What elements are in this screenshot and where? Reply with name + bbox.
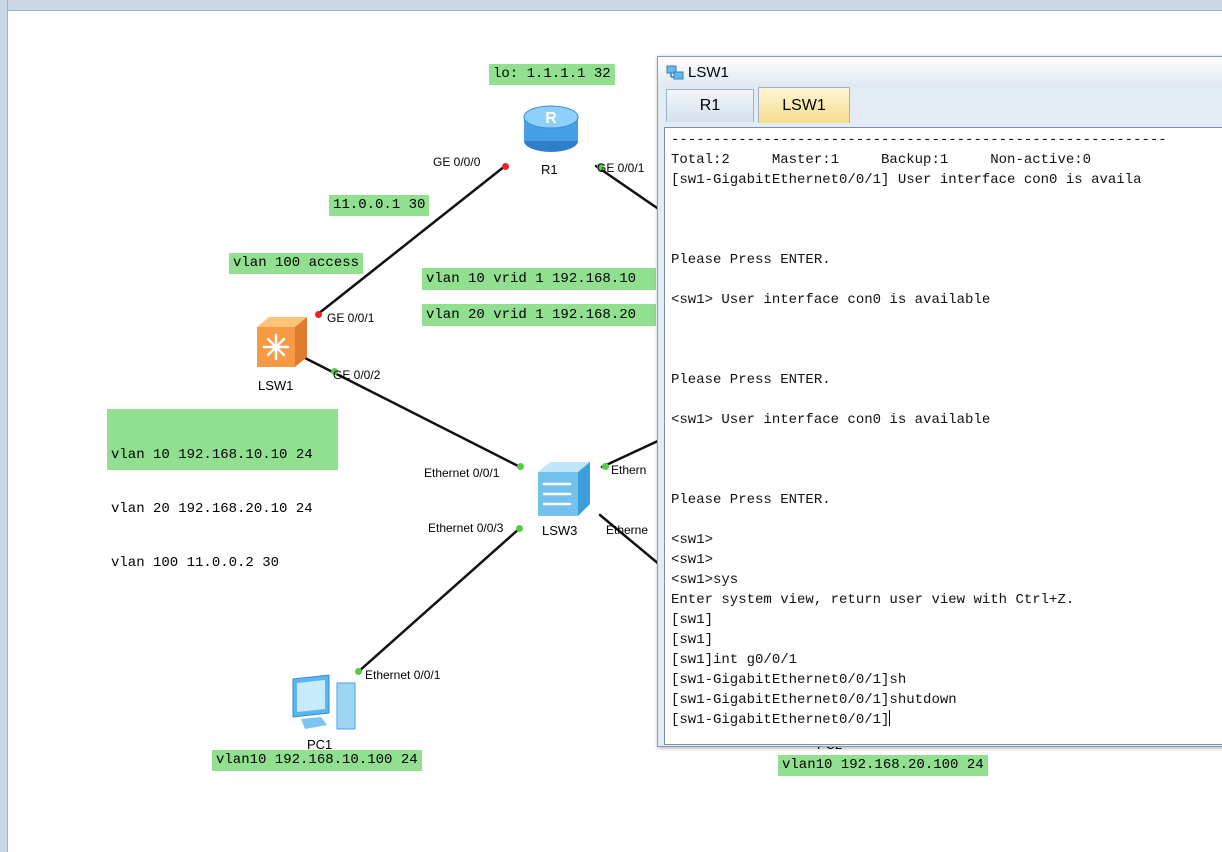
console-line: [sw1-GigabitEthernet0/0/1] User interfac…	[671, 170, 1167, 190]
console-line-text: [sw1-GigabitEthernet0/0/1]	[671, 712, 890, 728]
console-line-text: <sw1> User interface con0 is available	[671, 292, 991, 308]
console-line-text: ----------------------------------------…	[671, 132, 1167, 148]
console-line-text: <sw1>sys	[671, 572, 739, 588]
console-lines: ----------------------------------------…	[671, 130, 1167, 730]
console-line: <sw1> User interface con0 is available	[671, 290, 1167, 310]
port-indicator-lsw3-right-upper	[602, 463, 609, 470]
note-loopback[interactable]: lo: 1.1.1.1 32	[489, 64, 615, 85]
note-line: vlan 20 192.168.20.10 24	[111, 501, 313, 517]
note-r1-ip[interactable]: 11.0.0.1 30	[329, 195, 430, 216]
note-vrid-vlan20[interactable]: vlan 20 vrid 1 192.168.20	[422, 304, 656, 326]
port-label-lsw3-right-lower: Etherne	[606, 523, 649, 537]
port-indicator-lsw3-eth001	[517, 463, 524, 470]
console-line: [sw1-GigabitEthernet0/0/1]sh	[671, 670, 1167, 690]
switch-lsw3-icon[interactable]	[534, 460, 592, 518]
svg-text:R: R	[545, 110, 557, 127]
router-r1-icon[interactable]: R	[519, 101, 583, 155]
tab-r1[interactable]: R1	[666, 89, 754, 122]
note-lsw1-vlans[interactable]: vlan 10 192.168.10.10 24 vlan 20 192.168…	[107, 409, 338, 571]
console-line: <sw1>sys	[671, 570, 1167, 590]
console-line-text: [sw1]	[671, 612, 714, 628]
terminal-window[interactable]: LSW1 R1 LSW1 ---------------------------…	[657, 56, 1222, 747]
port-label-lsw3-eth001: Ethernet 0/0/1	[424, 466, 500, 480]
console-line-text: <sw1> User interface con0 is available	[671, 412, 991, 428]
device-label-lsw3: LSW3	[542, 523, 578, 538]
terminal-title: LSW1	[688, 63, 729, 81]
note-pc1-ip[interactable]: vlan10 192.168.10.100 24	[212, 750, 422, 771]
note-pc2-ip[interactable]: vlan10 192.168.20.100 24	[778, 755, 988, 776]
console-line: Total:2 Master:1 Backup:1 Non-active:0	[671, 150, 1167, 170]
console-window-icon	[666, 65, 684, 80]
switch-lsw1-icon[interactable]	[253, 315, 309, 369]
console-line-text: Please Press ENTER.	[671, 372, 831, 388]
console-line-text: [sw1-GigabitEthernet0/0/1] User interfac…	[671, 172, 1142, 188]
note-vlan100-access[interactable]: vlan 100 access	[229, 253, 364, 274]
console-line-text: <sw1>	[671, 532, 714, 548]
port-label-lsw3-right-upper: Ethern	[611, 463, 647, 477]
console-line-text: [sw1-GigabitEthernet0/0/1]shutdown	[671, 692, 957, 708]
console-line-text: Total:2 Master:1 Backup:1 Non-active:0	[671, 152, 1092, 168]
console-line: [sw1]	[671, 610, 1167, 630]
device-label-r1: R1	[541, 162, 558, 177]
console-line: Enter system view, return user view with…	[671, 590, 1167, 610]
console-line: Please Press ENTER.	[671, 490, 1167, 510]
port-label-r1-ge001: GE 0/0/1	[597, 161, 645, 175]
console-line: Please Press ENTER.	[671, 370, 1167, 390]
port-label-pc1-eth001: Ethernet 0/0/1	[365, 668, 441, 682]
device-label-lsw1: LSW1	[258, 378, 294, 393]
console-line-text: Please Press ENTER.	[671, 492, 831, 508]
note-vrid-vlan10[interactable]: vlan 10 vrid 1 192.168.10	[422, 268, 656, 290]
console-line: [sw1]	[671, 630, 1167, 650]
note-line: vlan 10 192.168.10.10 24	[111, 447, 313, 463]
port-label-lsw1-ge002: GE 0/0/2	[333, 368, 381, 382]
console-line: [sw1-GigabitEthernet0/0/1]	[671, 710, 1167, 730]
tab-lsw1[interactable]: LSW1	[758, 87, 850, 123]
port-label-lsw3-eth003: Ethernet 0/0/3	[428, 521, 504, 535]
pc1-icon[interactable]	[287, 673, 359, 737]
terminal-tabbar: R1 LSW1	[664, 87, 1222, 125]
console-line-text: [sw1]	[671, 632, 714, 648]
console-line: <sw1>	[671, 550, 1167, 570]
console-line: Please Press ENTER.	[671, 250, 1167, 270]
port-label-r1-ge000: GE 0/0/0	[433, 155, 481, 169]
terminal-titlebar[interactable]: LSW1	[658, 57, 1222, 87]
text-cursor	[889, 710, 891, 726]
console-line: [sw1-GigabitEthernet0/0/1]shutdown	[671, 690, 1167, 710]
link-lsw3-pc1	[356, 526, 522, 674]
console-line-text: Enter system view, return user view with…	[671, 592, 1075, 608]
console-output[interactable]: ----------------------------------------…	[664, 127, 1222, 745]
note-line: vlan 100 11.0.0.2 30	[111, 555, 280, 571]
port-indicator-r1-ge000	[502, 163, 509, 170]
console-line-text: Please Press ENTER.	[671, 252, 831, 268]
console-line: <sw1>	[671, 530, 1167, 550]
port-indicator-lsw3-eth003	[516, 525, 523, 532]
console-line: [sw1]int g0/0/1	[671, 650, 1167, 670]
link-r1-lsw1	[316, 164, 507, 316]
console-line: <sw1> User interface con0 is available	[671, 410, 1167, 430]
port-label-lsw1-ge001: GE 0/0/1	[327, 311, 375, 325]
console-line: ----------------------------------------…	[671, 130, 1167, 150]
port-indicator-lsw1-ge001	[315, 311, 322, 318]
console-line-text: <sw1>	[671, 552, 714, 568]
console-line-text: [sw1]int g0/0/1	[671, 652, 798, 668]
console-line-text: [sw1-GigabitEthernet0/0/1]sh	[671, 672, 907, 688]
